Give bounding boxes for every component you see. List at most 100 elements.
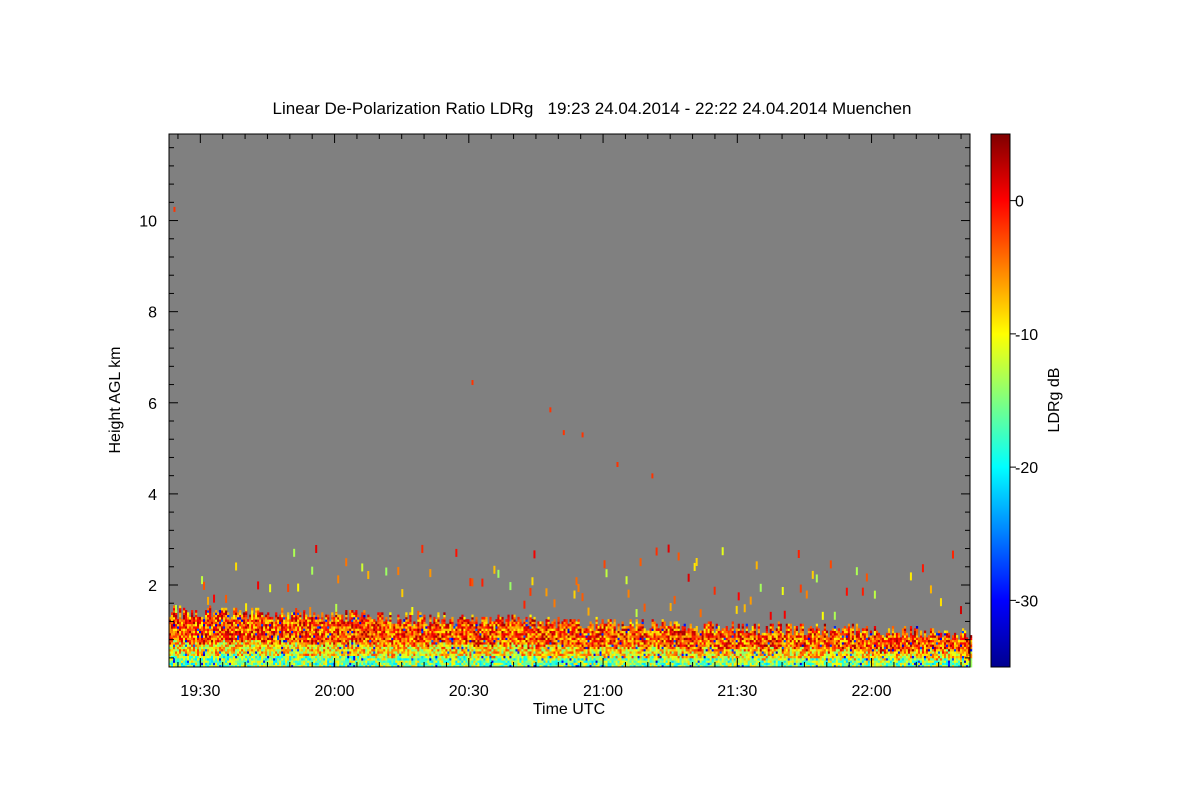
ldr-cell: [483, 637, 486, 641]
ldr-cell: [361, 623, 364, 627]
ldr-cell: [521, 648, 524, 652]
ldr-cell: [545, 657, 548, 661]
ldr-cell: [559, 651, 562, 654]
ldr-cell: [197, 628, 200, 631]
ldr-cell: [243, 612, 246, 616]
ldr-cell: [303, 611, 306, 620]
ldr-cell: [317, 623, 320, 627]
ldr-cell: [297, 660, 300, 663]
ldr-cell: [429, 639, 432, 643]
ldr-cell: [551, 626, 554, 629]
ldr-cell: [239, 657, 242, 661]
ldr-cell: [289, 644, 292, 647]
ldr-cell: [291, 614, 294, 618]
ldr-cell: [253, 639, 256, 643]
ldr-cell: [449, 655, 452, 659]
ldr-cell: [363, 660, 366, 663]
ldr-cell: [255, 660, 258, 663]
ldr-cell: [375, 626, 378, 629]
ldr-cell: [609, 623, 612, 627]
ldr-cell: [255, 610, 258, 613]
ldr-cell: [245, 630, 248, 634]
ldr-cell: [409, 644, 412, 647]
ldr-cell: [303, 637, 306, 641]
ldr-cell: [171, 644, 174, 647]
ldr-cell: [499, 655, 502, 659]
ldr-cell: [517, 660, 520, 663]
ldr-cell: [489, 639, 492, 643]
ldr-cell: [557, 628, 560, 631]
ldr-cell: [615, 637, 618, 641]
ldr-cell: [207, 614, 210, 618]
ldr-cell: [411, 655, 414, 659]
ldr-cell: [619, 646, 622, 650]
ldr-cell: [479, 623, 482, 627]
ldr-cell: [355, 623, 358, 627]
ldr-cell: [429, 630, 432, 634]
ldr-cell: [399, 626, 402, 629]
ldr-cell: [479, 626, 482, 629]
ldr-cell: [405, 635, 408, 638]
ldr-cell: [415, 655, 418, 659]
ldr-cell: [207, 646, 210, 650]
ldr-cell: [213, 657, 216, 661]
ldr-cell: [347, 655, 350, 659]
ldr-cell: [275, 626, 278, 629]
ldr-cell: [327, 616, 330, 620]
ldr-cell: [287, 657, 290, 661]
ldr-cell: [225, 660, 228, 663]
ldr-cell: [299, 616, 302, 620]
ldr-cell: [425, 639, 428, 643]
ldr-cell: [581, 651, 584, 654]
ldr-cell: [541, 657, 544, 661]
ldr-cell: [433, 623, 436, 627]
ldr-cell: [389, 614, 392, 618]
ldr-cell: [375, 655, 378, 659]
ldr-cell: [581, 593, 584, 602]
ldr-cell: [613, 626, 616, 629]
ldr-cell: [283, 644, 286, 647]
ldr-cell: [575, 651, 578, 654]
ldr-cell: [601, 635, 604, 638]
ldr-cell: [285, 623, 288, 627]
ldr-cell: [527, 648, 530, 652]
ldr-cell: [549, 644, 552, 647]
ldr-cell: [403, 630, 406, 634]
ldr-cell: [279, 657, 282, 661]
ldr-cell: [227, 648, 230, 652]
ldr-cell: [493, 657, 496, 661]
ldr-cell: [525, 637, 528, 641]
ldr-cell: [425, 657, 428, 661]
ldr-cell: [583, 644, 586, 647]
ldr-cell: [281, 607, 284, 611]
ldr-cell: [247, 655, 250, 659]
ldr-cell: [211, 651, 214, 654]
ldr-cell: [223, 639, 226, 643]
ldr-cell: [261, 646, 264, 650]
ldr-cell: [563, 660, 566, 663]
ldr-cell: [543, 655, 546, 659]
ldr-cell: [203, 626, 206, 629]
ldr-cell: [191, 616, 194, 620]
ldr-cell: [361, 655, 364, 659]
ldr-cell: [409, 616, 412, 620]
ldr-cell: [605, 623, 608, 627]
ldr-cell: [353, 619, 356, 622]
ldr-cell: [281, 626, 284, 629]
ldr-cell: [255, 614, 258, 618]
ldr-cell: [183, 660, 186, 663]
ldr-cell: [257, 626, 260, 629]
ldr-cell: [471, 648, 474, 652]
ldr-cell: [405, 651, 408, 654]
ldr-cell: [587, 660, 590, 663]
ldr-cell: [231, 648, 234, 652]
ldr-cell: [601, 623, 604, 627]
ldr-cell: [527, 657, 530, 661]
ldr-cell: [257, 616, 260, 620]
ldr-cell: [265, 614, 268, 618]
ldr-cell: [525, 630, 528, 634]
ldr-cell: [601, 648, 604, 652]
ldr-cell: [317, 635, 320, 638]
ldr-cell: [183, 614, 186, 618]
ldr-cell: [309, 607, 312, 616]
